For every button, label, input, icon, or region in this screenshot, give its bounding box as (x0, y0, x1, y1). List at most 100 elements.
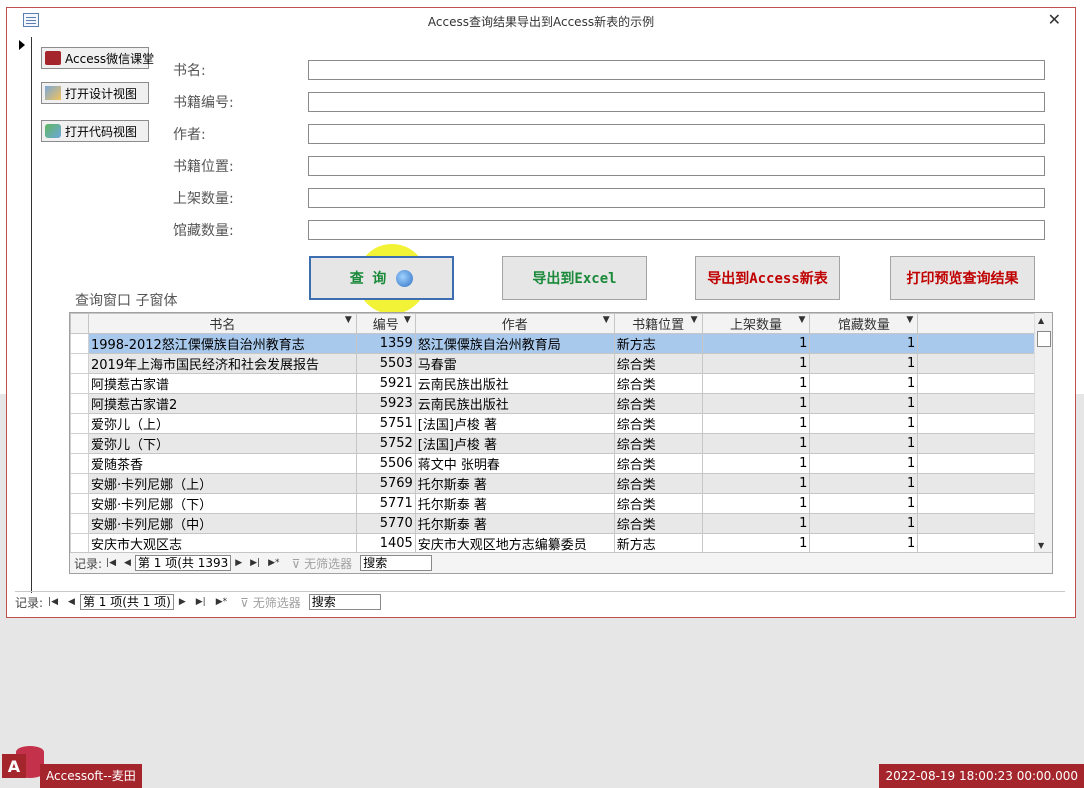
column-dropdown-icon[interactable]: ▼ (404, 315, 411, 325)
cell-shelf-qty[interactable]: 1 (701, 453, 811, 474)
cell-location[interactable]: 新方志 (613, 533, 703, 553)
last-record-icon[interactable]: ▶| (250, 558, 260, 568)
row-selector[interactable] (70, 433, 89, 454)
cell-book-name[interactable]: 安庆市大观区志 (87, 533, 357, 553)
export-excel-button[interactable]: 导出到Excel (502, 256, 647, 300)
cell-collection-qty[interactable]: 1 (809, 413, 919, 434)
access-wechat-button[interactable]: Access微信课堂 (41, 47, 154, 69)
table-row[interactable]: 安庆市大观区志 1405 安庆市大观区地方志编纂委员 新方志 1 1 (70, 533, 1036, 553)
new-record-icon[interactable]: ▶* (268, 558, 279, 568)
export-access-button[interactable]: 导出到Access新表 (695, 256, 840, 300)
cell-author[interactable]: 怒江傈僳族自治州教育局 (414, 333, 615, 354)
previous-record-icon[interactable]: ◀ (124, 558, 131, 568)
row-selector[interactable] (70, 513, 89, 534)
cell-book-id[interactable]: 5506 (355, 453, 416, 474)
cell-collection-qty[interactable]: 1 (809, 353, 919, 374)
table-row[interactable]: 安娜·卡列尼娜（中） 5770 托尔斯泰 著综合类 1 1 (70, 513, 1036, 534)
row-selector[interactable] (70, 453, 89, 474)
first-record-icon[interactable]: |◀ (48, 597, 58, 607)
cell-book-id[interactable]: 5923 (355, 393, 416, 414)
cell-collection-qty[interactable]: 1 (809, 333, 919, 354)
cell-location[interactable]: 综合类 (613, 513, 703, 534)
scroll-down-icon[interactable]: ▼ (1038, 541, 1044, 550)
cell-book-id[interactable]: 5503 (355, 353, 416, 374)
record-selector[interactable] (14, 37, 32, 593)
cell-location[interactable]: 综合类 (613, 453, 703, 474)
cell-book-id[interactable]: 5752 (355, 433, 416, 454)
cell-location[interactable]: 综合类 (613, 493, 703, 514)
cell-book-id[interactable]: 1405 (355, 533, 416, 553)
cell-collection-qty[interactable]: 1 (809, 453, 919, 474)
cell-author[interactable]: 托尔斯泰 著 (414, 513, 615, 534)
column-dropdown-icon[interactable]: ▼ (906, 315, 913, 325)
collection-qty-input[interactable] (308, 220, 1045, 240)
cell-book-id[interactable]: 5751 (355, 413, 416, 434)
row-selector[interactable] (70, 493, 89, 514)
cell-collection-qty[interactable]: 1 (809, 433, 919, 454)
filter-status[interactable]: ⊽ 无筛选器 (292, 555, 353, 572)
cell-location[interactable]: 综合类 (613, 353, 703, 374)
cell-book-name[interactable]: 安娜·卡列尼娜（下） (87, 493, 357, 514)
table-row[interactable]: 阿摸惹古家谱2 5923 云南民族出版社 综合类 1 1 (70, 393, 1036, 414)
cell-shelf-qty[interactable]: 1 (701, 413, 811, 434)
cell-book-id[interactable]: 5921 (355, 373, 416, 394)
last-record-icon[interactable]: ▶| (196, 597, 206, 607)
record-position-input[interactable]: 第 1 项(共 1 项) (79, 594, 174, 610)
cell-book-id[interactable]: 5771 (355, 493, 416, 514)
book-id-input[interactable] (308, 92, 1045, 112)
row-selector[interactable] (70, 473, 89, 494)
record-position-input[interactable]: 第 1 项(共 1393 (134, 555, 232, 571)
book-name-input[interactable] (308, 60, 1045, 80)
table-row[interactable]: 爱弥儿（下） 5752 [法国]卢梭 著综合类 1 1 (70, 433, 1036, 454)
search-input[interactable]: 搜索 (360, 555, 433, 571)
column-dropdown-icon[interactable]: ▼ (603, 315, 610, 325)
open-design-view-button[interactable]: 打开设计视图 (41, 82, 149, 104)
cell-shelf-qty[interactable]: 1 (701, 393, 811, 414)
column-header-book-name[interactable]: 书名 ▼ (87, 313, 357, 334)
cell-location[interactable]: 综合类 (613, 373, 703, 394)
author-input[interactable] (308, 124, 1045, 144)
cell-shelf-qty[interactable]: 1 (701, 373, 811, 394)
cell-collection-qty[interactable]: 1 (809, 473, 919, 494)
next-record-icon[interactable]: ▶ (179, 597, 186, 607)
cell-location[interactable]: 综合类 (613, 393, 703, 414)
column-header-book-id[interactable]: 编号 ▼ (355, 313, 416, 334)
table-row[interactable]: 爱随茶香 5506 蒋文中 张明春 综合类 1 1 (70, 453, 1036, 474)
search-input[interactable]: 搜索 (308, 594, 381, 610)
shelf-qty-input[interactable] (308, 188, 1045, 208)
table-row[interactable]: 爱弥儿（上） 5751 [法国]卢梭 著综合类 1 1 (70, 413, 1036, 434)
cell-author[interactable]: [法国]卢梭 著 (414, 433, 615, 454)
book-location-input[interactable] (308, 156, 1045, 176)
scroll-up-icon[interactable]: ▲ (1038, 316, 1044, 325)
column-header-location[interactable]: 书籍位置 ▼ (613, 313, 703, 334)
cell-book-name[interactable]: 安娜·卡列尼娜（中） (87, 513, 357, 534)
cell-shelf-qty[interactable]: 1 (701, 353, 811, 374)
query-button[interactable]: 查 询 (309, 256, 454, 300)
cell-book-id[interactable]: 1359 (355, 333, 416, 354)
cell-book-id[interactable]: 5770 (355, 513, 416, 534)
cell-shelf-qty[interactable]: 1 (701, 513, 811, 534)
row-selector[interactable] (70, 393, 89, 414)
cell-location[interactable]: 综合类 (613, 473, 703, 494)
filter-status[interactable]: ⊽ 无筛选器 (240, 594, 301, 611)
cell-shelf-qty[interactable]: 1 (701, 533, 811, 553)
cell-shelf-qty[interactable]: 1 (701, 493, 811, 514)
cell-book-name[interactable]: 阿摸惹古家谱2 (87, 393, 357, 414)
column-header-shelf-qty[interactable]: 上架数量 ▼ (701, 313, 811, 334)
close-button[interactable]: ✕ (1048, 10, 1061, 29)
column-dropdown-icon[interactable]: ▼ (345, 315, 352, 325)
cell-author[interactable]: [法国]卢梭 著 (414, 413, 615, 434)
table-row[interactable]: 1998-2012怒江傈僳族自治州教育志 1359 怒江傈僳族自治州教育局 新方志 1 1 (70, 333, 1036, 354)
cell-location[interactable]: 综合类 (613, 413, 703, 434)
cell-book-name[interactable]: 1998-2012怒江傈僳族自治州教育志 (87, 333, 357, 354)
row-selector[interactable] (70, 533, 89, 553)
column-header-collection-qty[interactable]: 馆藏数量 ▼ (809, 313, 919, 334)
cell-book-name[interactable]: 2019年上海市国民经济和社会发展报告 (87, 353, 357, 374)
previous-record-icon[interactable]: ◀ (68, 597, 75, 607)
row-selector[interactable] (70, 413, 89, 434)
cell-book-name[interactable]: 爱随茶香 (87, 453, 357, 474)
cell-shelf-qty[interactable]: 1 (701, 333, 811, 354)
row-selector[interactable] (70, 353, 89, 374)
new-record-icon[interactable]: ▶* (216, 597, 227, 607)
cell-location[interactable]: 新方志 (613, 333, 703, 354)
